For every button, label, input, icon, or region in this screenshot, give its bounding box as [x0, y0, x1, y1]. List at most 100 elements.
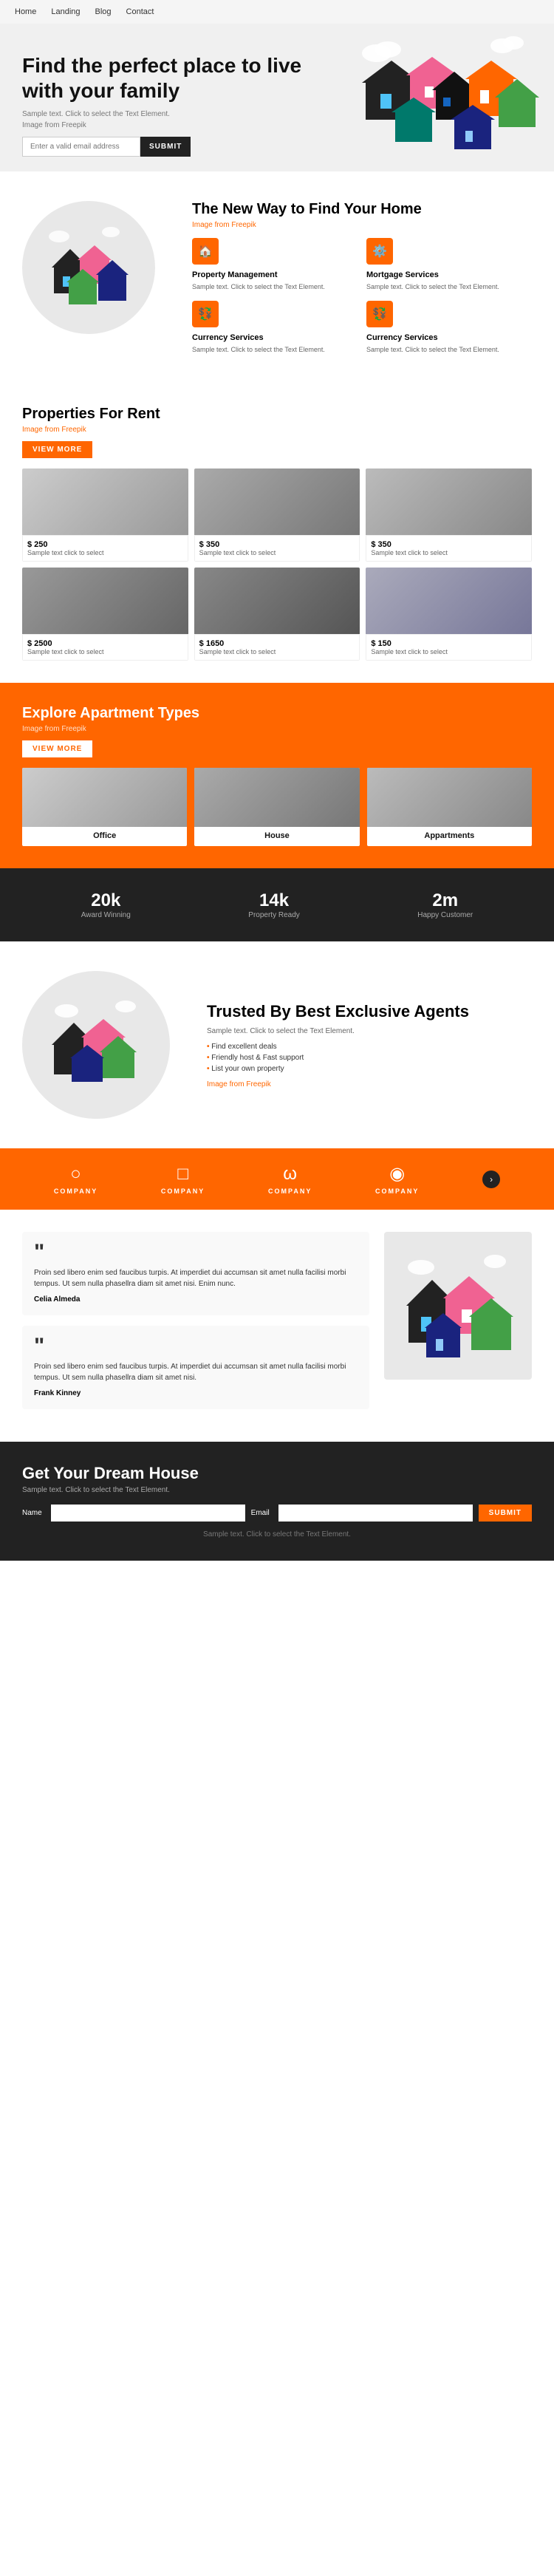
hero-form: SUBMIT — [22, 137, 303, 157]
testimonial-name-0: Celia Almeda — [34, 1295, 358, 1304]
company-0: ○ COMPANY — [54, 1164, 98, 1195]
services-grid: 🏠 Property Management Sample text. Click… — [192, 238, 532, 354]
company-name-0: COMPANY — [54, 1188, 98, 1195]
companies-next-button[interactable]: › — [482, 1171, 500, 1188]
testimonials-section: " Proin sed libero enim sed faucibus tur… — [0, 1210, 554, 1442]
table-row[interactable]: $ 350 Sample text click to select — [366, 468, 532, 562]
table-row[interactable]: $ 1650 Sample text click to select — [194, 568, 360, 661]
stat-customer-number: 2m — [417, 890, 473, 911]
service-name-3: Currency Services — [366, 333, 532, 342]
trusted-image — [22, 971, 185, 1119]
explore-view-more-button[interactable]: VIEW MORE — [22, 740, 92, 757]
hero-submit-button[interactable]: SUBMIT — [140, 137, 191, 157]
stats-section: 20k Award Winning 14k Property Ready 2m … — [0, 868, 554, 941]
company-name-3: COMPANY — [375, 1188, 419, 1195]
navbar: Home Landing Blog Contact — [0, 0, 554, 24]
company-logo-2: ω — [268, 1164, 312, 1185]
testimonial-houses-svg — [384, 1232, 532, 1380]
prop-desc-3: Sample text click to select — [27, 648, 183, 655]
prop-price-0: $ 250 — [27, 540, 183, 549]
hero-section: Find the perfect place to live with your… — [0, 24, 554, 171]
company-2: ω COMPANY — [268, 1164, 312, 1195]
service-mortgage: ⚙️ Mortgage Services Sample text. Click … — [366, 238, 532, 292]
dream-name-input[interactable] — [51, 1505, 245, 1522]
currency-icon-2: 💱 — [366, 301, 393, 327]
list-item[interactable]: House — [194, 768, 359, 846]
dream-submit-button[interactable]: SUBMIT — [479, 1505, 532, 1522]
nav-landing[interactable]: Landing — [51, 7, 80, 16]
company-logo-3: ◉ — [375, 1163, 419, 1185]
stat-property-number: 14k — [248, 890, 299, 911]
list-item[interactable]: Appartments — [367, 768, 532, 846]
service-name-2: Currency Services — [192, 333, 358, 342]
prop-desc-4: Sample text click to select — [199, 648, 355, 655]
service-name-1: Mortgage Services — [366, 270, 532, 279]
stat-award-label: Award Winning — [81, 911, 131, 919]
company-name-2: COMPANY — [268, 1188, 312, 1195]
trusted-section: Trusted By Best Exclusive Agents Sample … — [0, 941, 554, 1148]
stat-property-label: Property Ready — [248, 911, 299, 919]
prop-price-3: $ 2500 — [27, 639, 183, 648]
apt-label-2: Appartments — [367, 831, 532, 840]
quote-mark-1: " — [34, 1338, 358, 1355]
dream-bottom-text: Sample text. Click to select the Text El… — [22, 1530, 532, 1539]
companies-section: ○ COMPANY □ COMPANY ω COMPANY ◉ COMPANY … — [0, 1148, 554, 1210]
prop-price-5: $ 150 — [371, 639, 527, 648]
trusted-bullet-0: Find excellent deals — [207, 1043, 469, 1051]
table-row[interactable]: $ 150 Sample text click to select — [366, 568, 532, 661]
trusted-circle — [22, 971, 170, 1119]
properties-grid: $ 250 Sample text click to select $ 350 … — [22, 468, 532, 661]
nav-contact[interactable]: Contact — [126, 7, 154, 16]
nav-blog[interactable]: Blog — [95, 7, 112, 16]
explore-image-from: Image from Freepik — [22, 725, 532, 733]
explore-section: Explore Apartment Types Image from Freep… — [0, 683, 554, 868]
explore-title: Explore Apartment Types — [22, 705, 532, 722]
prop-desc-0: Sample text click to select — [27, 549, 183, 556]
new-way-content: The New Way to Find Your Home Image from… — [192, 201, 532, 354]
table-row[interactable]: $ 2500 Sample text click to select — [22, 568, 188, 661]
company-logo-1: □ — [161, 1164, 205, 1185]
testimonial-1: " Proin sed libero enim sed faucibus tur… — [22, 1326, 369, 1409]
testimonial-0: " Proin sed libero enim sed faucibus tur… — [22, 1232, 369, 1315]
service-currency-2: 💱 Currency Services Sample text. Click t… — [366, 301, 532, 355]
new-way-section: The New Way to Find Your Home Image from… — [0, 171, 554, 384]
trusted-houses-illustration — [30, 978, 163, 1111]
properties-image-from: Image from Freepik — [22, 426, 532, 434]
new-way-image — [22, 201, 170, 334]
service-desc-1: Sample text. Click to select the Text El… — [366, 282, 532, 292]
apt-label-1: House — [194, 831, 359, 840]
dream-form: Name Email SUBMIT — [22, 1505, 532, 1522]
dream-sample: Sample text. Click to select the Text El… — [22, 1486, 532, 1494]
table-row[interactable]: $ 250 Sample text click to select — [22, 468, 188, 562]
stat-customer-label: Happy Customer — [417, 911, 473, 919]
trusted-content: Trusted By Best Exclusive Agents Sample … — [207, 1002, 469, 1088]
table-row[interactable]: $ 350 Sample text click to select — [194, 468, 360, 562]
company-1: □ COMPANY — [161, 1164, 205, 1195]
testimonials-list: " Proin sed libero enim sed faucibus tur… — [22, 1232, 369, 1420]
company-name-1: COMPANY — [161, 1188, 205, 1195]
company-3: ◉ COMPANY — [375, 1163, 419, 1195]
prop-desc-1: Sample text click to select — [199, 549, 355, 556]
prop-price-4: $ 1650 — [199, 639, 355, 648]
apt-label-0: Office — [22, 831, 187, 840]
stat-award: 20k Award Winning — [81, 890, 131, 919]
testimonial-text-0: Proin sed libero enim sed faucibus turpi… — [34, 1267, 358, 1289]
testimonial-name-1: Frank Kinney — [34, 1389, 358, 1397]
trusted-bullet-1: Friendly host & Fast support — [207, 1054, 469, 1062]
trusted-bullets: Find excellent deals Friendly host & Fas… — [207, 1043, 469, 1073]
service-desc-3: Sample text. Click to select the Text El… — [366, 345, 532, 355]
hero-email-input[interactable] — [22, 137, 140, 157]
service-desc-2: Sample text. Click to select the Text El… — [192, 345, 358, 355]
prop-desc-2: Sample text click to select — [371, 549, 527, 556]
properties-title: Properties For Rent — [22, 406, 532, 423]
properties-view-more-button[interactable]: VIEW MORE — [22, 441, 92, 458]
quote-mark-0: " — [34, 1244, 358, 1261]
nav-home[interactable]: Home — [15, 7, 36, 16]
new-way-title: The New Way to Find Your Home — [192, 201, 532, 218]
trusted-title: Trusted By Best Exclusive Agents — [207, 1002, 469, 1021]
trusted-image-from: Image from Freepik — [207, 1080, 469, 1088]
list-item[interactable]: Office — [22, 768, 187, 846]
dream-email-input[interactable] — [278, 1505, 473, 1522]
trusted-sample: Sample text. Click to select the Text El… — [207, 1027, 469, 1035]
testimonial-text-1: Proin sed libero enim sed faucibus turpi… — [34, 1361, 358, 1383]
